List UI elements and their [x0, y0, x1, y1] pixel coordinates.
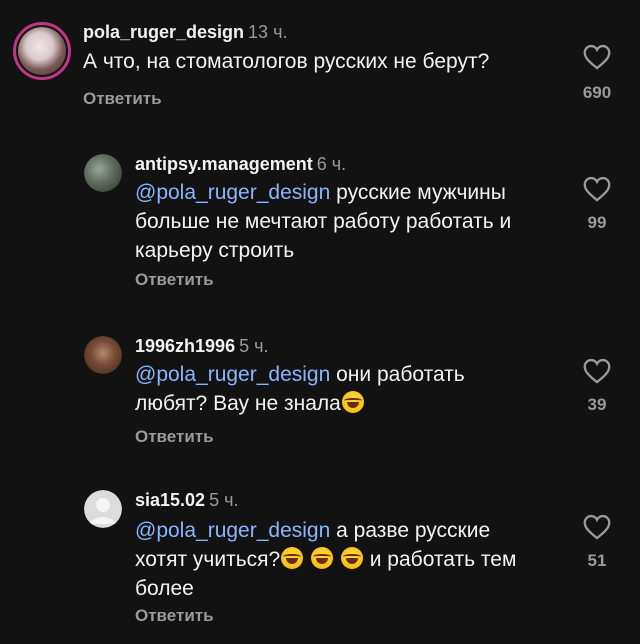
username-text[interactable]: pola_ruger_design [83, 22, 244, 42]
username[interactable]: 1996zh1996 5 ч. [135, 336, 268, 357]
heart-outline-icon[interactable] [583, 358, 611, 384]
face-with-tears-of-joy-icon [311, 547, 334, 569]
comment-sia15-02: sia15.02 5 ч. @pola_ruger_design а разве … [0, 476, 640, 644]
comment-text: @pola_ruger_design они работать любят? В… [135, 360, 535, 418]
username-text[interactable]: 1996zh1996 [135, 336, 235, 356]
reply-button[interactable]: Ответить [135, 606, 214, 626]
username-text[interactable]: antipsy.management [135, 154, 313, 174]
mention-link[interactable]: @pola_ruger_design [135, 519, 330, 542]
timestamp: 5 ч. [239, 336, 269, 356]
comment-text: А что, на стоматологов русских не берут? [83, 47, 563, 76]
username[interactable]: pola_ruger_design 13 ч. [83, 22, 287, 43]
avatar[interactable] [84, 490, 122, 528]
heart-outline-icon[interactable] [583, 514, 611, 540]
avatar[interactable] [84, 154, 122, 192]
mention-link[interactable]: @pola_ruger_design [135, 181, 330, 204]
comment-text: @pola_ruger_design русские мужчины больш… [135, 178, 555, 265]
avatar[interactable] [84, 336, 122, 374]
like-count: 39 [587, 395, 607, 414]
avatar[interactable] [13, 22, 71, 80]
username-text[interactable]: sia15.02 [135, 490, 205, 510]
comment-text: @pola_ruger_design а разве русские хотят… [135, 516, 545, 603]
reply-button[interactable]: Ответить [135, 270, 214, 290]
comment-pola-ruger-design: pola_ruger_design 13 ч. А что, на стомато… [0, 0, 640, 130]
comment-1996zh1996: 1996zh1996 5 ч. @pola_ruger_design они ра… [0, 322, 640, 462]
timestamp: 5 ч. [209, 490, 239, 510]
face-with-tears-of-joy-icon [281, 547, 304, 569]
comment-antipsy-management: antipsy.management 6 ч. @pola_ruger_desig… [0, 140, 640, 300]
username[interactable]: sia15.02 5 ч. [135, 490, 238, 511]
mention-link[interactable]: @pola_ruger_design [135, 363, 330, 386]
reply-button[interactable]: Ответить [135, 427, 214, 447]
face-with-tears-of-joy-icon [340, 547, 363, 569]
timestamp: 6 ч. [316, 154, 347, 174]
timestamp: 13 ч. [248, 22, 288, 42]
default-avatar-icon [90, 498, 116, 524]
like-count: 51 [587, 551, 607, 570]
heart-outline-icon[interactable] [583, 176, 611, 202]
reply-button[interactable]: Ответить [83, 89, 162, 109]
heart-outline-icon[interactable] [583, 44, 611, 70]
like-count: 690 [582, 83, 612, 102]
face-with-tears-of-joy-icon [341, 391, 364, 413]
comment-body: А что, на стоматологов русских не берут? [83, 50, 490, 73]
like-count: 99 [587, 213, 607, 232]
username[interactable]: antipsy.management 6 ч. [135, 154, 346, 175]
